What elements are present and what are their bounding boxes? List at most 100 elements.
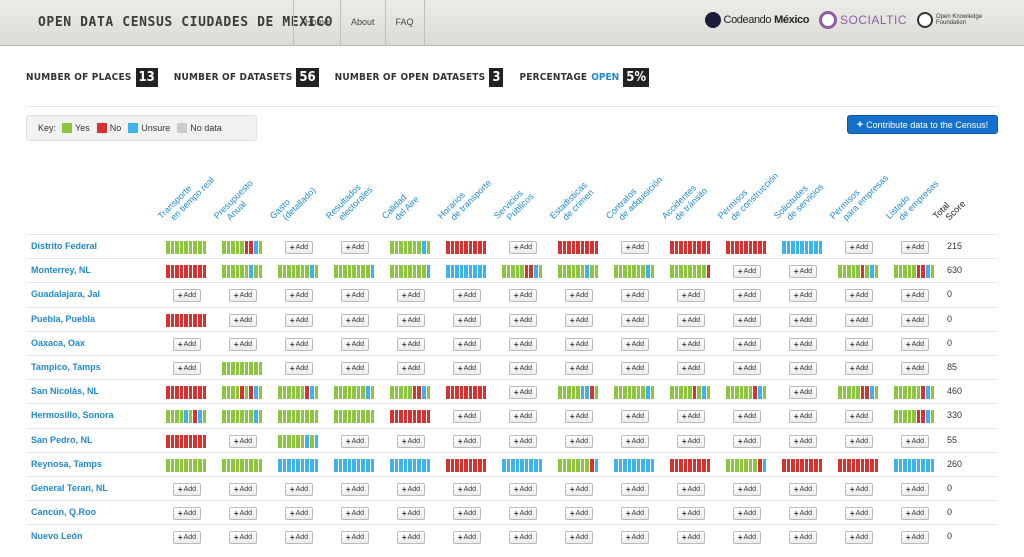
dataset-status-cell[interactable] xyxy=(222,265,263,279)
add-button[interactable]: + Add xyxy=(453,531,481,545)
dataset-status-cell[interactable] xyxy=(166,265,207,279)
socialtic-logo[interactable]: SOCIALTIC xyxy=(819,11,907,29)
dataset-status-cell[interactable] xyxy=(390,265,431,279)
dataset-status-cell[interactable] xyxy=(390,458,431,472)
add-button[interactable]: + Add xyxy=(453,483,481,496)
place-link[interactable]: Puebla, Puebla xyxy=(31,314,95,324)
add-button[interactable]: + Add xyxy=(173,531,201,545)
add-button[interactable]: + Add xyxy=(509,337,537,351)
add-button[interactable]: + Add xyxy=(565,410,593,424)
dataset-status-cell[interactable] xyxy=(614,458,655,472)
add-button[interactable]: + Add xyxy=(677,289,705,303)
add-button[interactable]: + Add xyxy=(845,434,873,448)
add-button[interactable]: + Add xyxy=(509,434,537,448)
add-button[interactable]: + Add xyxy=(509,507,537,521)
add-button[interactable]: + Add xyxy=(341,434,369,448)
dataset-status-cell[interactable] xyxy=(894,265,935,279)
dataset-status-cell[interactable] xyxy=(558,386,599,400)
column-header[interactable]: Gasto (detallado) xyxy=(268,178,318,228)
add-button[interactable]: + Add xyxy=(733,531,761,545)
dataset-status-cell[interactable] xyxy=(670,458,711,472)
add-button[interactable]: + Add xyxy=(229,313,257,327)
add-button[interactable]: + Add xyxy=(397,362,425,375)
add-button[interactable]: + Add xyxy=(341,241,369,254)
add-button[interactable]: + Add xyxy=(733,410,761,424)
add-button[interactable]: + Add xyxy=(453,362,481,375)
add-button[interactable]: + Add xyxy=(677,483,705,496)
add-button[interactable]: + Add xyxy=(509,362,537,375)
dataset-status-cell[interactable] xyxy=(894,458,935,472)
dataset-status-cell[interactable] xyxy=(390,410,431,424)
add-button[interactable]: + Add xyxy=(565,507,593,521)
add-button[interactable]: + Add xyxy=(509,241,537,254)
add-button[interactable]: + Add xyxy=(845,507,873,521)
add-button[interactable]: + Add xyxy=(565,434,593,448)
add-button[interactable]: + Add xyxy=(733,337,761,351)
add-button[interactable]: + Add xyxy=(733,362,761,375)
add-button[interactable]: + Add xyxy=(789,265,817,279)
dataset-status-cell[interactable] xyxy=(670,386,711,400)
add-button[interactable]: + Add xyxy=(789,434,817,448)
column-header[interactable]: Contratos de adquisición xyxy=(604,168,664,228)
dataset-status-cell[interactable] xyxy=(166,241,207,254)
add-button[interactable]: + Add xyxy=(845,337,873,351)
dataset-status-cell[interactable] xyxy=(334,386,375,400)
add-button[interactable]: + Add xyxy=(173,289,201,303)
add-button[interactable]: + Add xyxy=(341,507,369,521)
add-button[interactable]: + Add xyxy=(621,434,649,448)
add-button[interactable]: + Add xyxy=(733,313,761,327)
add-button[interactable]: + Add xyxy=(509,410,537,424)
nav-home-link[interactable]: Home xyxy=(293,0,340,46)
add-button[interactable]: + Add xyxy=(285,289,313,303)
add-button[interactable]: + Add xyxy=(229,289,257,303)
dataset-status-cell[interactable] xyxy=(726,241,767,254)
add-button[interactable]: + Add xyxy=(565,313,593,327)
add-button[interactable]: + Add xyxy=(901,313,929,327)
dataset-status-cell[interactable] xyxy=(670,265,711,279)
add-button[interactable]: + Add xyxy=(173,483,201,496)
add-button[interactable]: + Add xyxy=(621,507,649,521)
add-button[interactable]: + Add xyxy=(901,434,929,448)
add-button[interactable]: + Add xyxy=(677,434,705,448)
add-button[interactable]: + Add xyxy=(229,507,257,521)
add-button[interactable]: + Add xyxy=(845,362,873,375)
column-header[interactable]: Listado de empresas xyxy=(884,171,941,228)
dataset-status-cell[interactable] xyxy=(838,386,879,400)
add-button[interactable]: + Add xyxy=(621,337,649,351)
place-link[interactable]: Cancún, Q.Roo xyxy=(31,507,96,517)
add-button[interactable]: + Add xyxy=(453,313,481,327)
add-button[interactable]: + Add xyxy=(341,483,369,496)
add-button[interactable]: + Add xyxy=(845,241,873,254)
place-link[interactable]: Tampico, Tamps xyxy=(31,362,101,372)
nav-faq-link[interactable]: FAQ xyxy=(384,0,425,46)
column-header[interactable]: Accidentes de tránsito xyxy=(660,178,710,228)
column-header[interactable]: Calidad del Aire xyxy=(380,187,421,228)
codeando-mexico-logo[interactable]: Codeando México xyxy=(704,12,809,28)
add-button[interactable]: + Add xyxy=(285,313,313,327)
column-header[interactable]: Estadisticas de crimen xyxy=(548,180,596,228)
add-button[interactable]: + Add xyxy=(845,531,873,545)
add-button[interactable]: + Add xyxy=(285,507,313,521)
add-button[interactable]: + Add xyxy=(733,265,761,279)
place-link[interactable]: Guadalajara, Jal xyxy=(31,289,100,299)
dataset-status-cell[interactable] xyxy=(446,386,487,400)
add-button[interactable]: + Add xyxy=(229,531,257,545)
dataset-status-cell[interactable] xyxy=(446,265,487,279)
add-button[interactable]: + Add xyxy=(621,531,649,545)
add-button[interactable]: + Add xyxy=(341,362,369,375)
place-link[interactable]: General Teran, NL xyxy=(31,483,108,493)
add-button[interactable]: + Add xyxy=(285,241,313,254)
add-button[interactable]: + Add xyxy=(229,483,257,496)
add-button[interactable]: + Add xyxy=(621,241,649,254)
add-button[interactable]: + Add xyxy=(677,313,705,327)
dataset-status-cell[interactable] xyxy=(222,362,263,375)
dataset-status-cell[interactable] xyxy=(726,386,767,400)
add-button[interactable]: + Add xyxy=(397,337,425,351)
dataset-status-cell[interactable] xyxy=(222,241,263,254)
add-button[interactable]: + Add xyxy=(229,434,257,448)
dataset-status-cell[interactable] xyxy=(502,458,543,472)
add-button[interactable]: + Add xyxy=(173,337,201,351)
add-button[interactable]: + Add xyxy=(173,362,201,375)
dataset-status-cell[interactable] xyxy=(166,434,207,448)
add-button[interactable]: + Add xyxy=(397,434,425,448)
